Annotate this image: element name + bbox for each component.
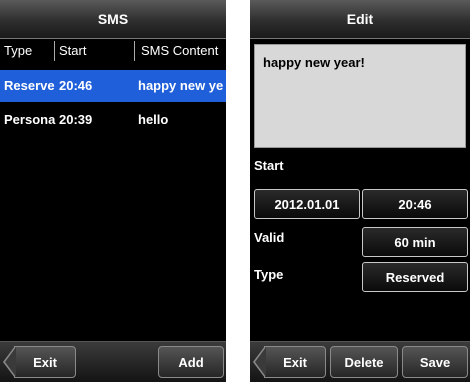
start-date-field[interactable]: 2012.01.01 — [254, 189, 360, 219]
type-select[interactable]: Reserved — [362, 262, 468, 292]
message-content-field[interactable]: happy new year! — [254, 44, 466, 148]
save-button[interactable]: Save — [402, 346, 468, 378]
add-button[interactable]: Add — [158, 346, 224, 378]
sms-list-toolbar: Exit Add — [0, 341, 226, 382]
valid-duration-field[interactable]: 60 min — [362, 227, 468, 257]
column-header-start[interactable]: Start — [59, 39, 129, 63]
start-label: Start — [254, 158, 284, 173]
column-header-row: Type Start SMS Content — [0, 39, 226, 63]
sms-list-title: SMS — [0, 0, 226, 39]
column-header-type[interactable]: Type — [4, 39, 52, 63]
sms-row-selected[interactable]: Reserve 20:46 happy new ye — [0, 70, 226, 102]
sms-edit-screen: Edit happy new year! Start 2012.01.01 20… — [250, 0, 470, 382]
sms-row-content: happy new ye — [138, 78, 224, 93]
exit-button[interactable]: Exit — [3, 346, 76, 378]
edit-toolbar: Exit Delete Save — [250, 341, 470, 382]
valid-label: Valid — [254, 230, 285, 245]
sms-row-type: Reserve — [4, 78, 55, 93]
sms-list-screen: SMS Type Start SMS Content Reserve 20:46… — [0, 0, 226, 382]
sms-row[interactable]: Persona 20:39 hello — [0, 104, 226, 136]
sms-row-content: hello — [138, 112, 169, 127]
delete-button[interactable]: Delete — [330, 346, 398, 378]
exit-button[interactable]: Exit — [253, 346, 326, 378]
sms-row-type: Persona — [4, 112, 56, 127]
type-label: Type — [254, 267, 284, 282]
edit-title: Edit — [250, 0, 470, 39]
start-time-field[interactable]: 20:46 — [362, 189, 468, 219]
column-header-content[interactable]: SMS Content — [141, 39, 226, 63]
column-divider — [134, 41, 135, 61]
sms-row-start: 20:39 — [59, 112, 93, 127]
column-divider — [54, 41, 55, 61]
sms-row-start: 20:46 — [59, 78, 93, 93]
